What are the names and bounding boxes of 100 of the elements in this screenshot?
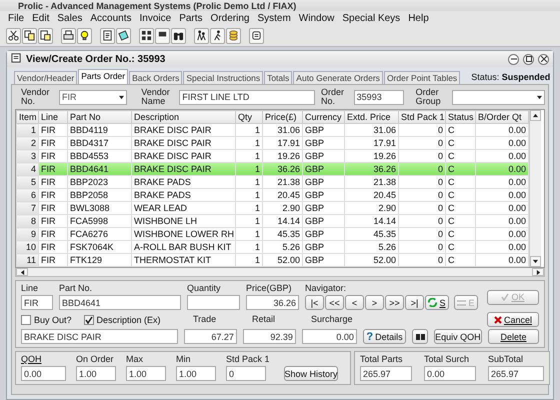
scissors-icon[interactable] — [6, 28, 21, 44]
vertical-scrollbar[interactable] — [529, 110, 541, 267]
table-cell: 52.00 — [262, 254, 302, 266]
navigator-button[interactable]: >> — [385, 295, 404, 310]
table-cell: FIR — [38, 254, 68, 266]
on-order-field[interactable]: 1.00 — [76, 366, 116, 381]
menu-item[interactable]: Parts — [175, 12, 207, 24]
dropdown-arrow-icon — [537, 94, 542, 100]
menu-item[interactable]: System — [253, 12, 295, 24]
equiv-qoh-button[interactable]: Equiv QOH — [434, 329, 482, 344]
column-header[interactable]: Line — [38, 110, 68, 124]
column-header[interactable]: Currency — [302, 110, 344, 124]
table-row[interactable]: 1 FIR BBD4119 BRAKE DISC PAIR 1 31.06 GBP 31.06 0 C 0.00 — [16, 124, 528, 136]
table-row[interactable]: 4 FIR BBD4641 BRAKE DISC PAIR 1 36.26 GBP 36.26 0 C 0.00 — [16, 162, 528, 176]
column-header[interactable]: Part No — [68, 110, 132, 124]
max-field[interactable]: 1.00 — [126, 366, 166, 381]
vendor-number-dropdown[interactable]: FIR — [59, 90, 128, 104]
table-row[interactable]: 2 FIR BBD4317 BRAKE DISC PAIR 1 17.91 GBP 17.91 0 C 0.00 — [16, 136, 528, 150]
menu-item[interactable]: Help — [404, 12, 433, 24]
delete-button[interactable]: Delete — [488, 329, 539, 344]
column-header[interactable]: Item — [16, 110, 38, 124]
menu-item[interactable]: Special Keys — [338, 12, 404, 24]
table-row[interactable]: 11 FIR FTK129 THERMOSTAT KIT 1 52.00 GBP 52.00 0 C 0.00 — [16, 254, 528, 266]
column-header[interactable]: Extd. Price — [344, 110, 398, 124]
part-number-field[interactable]: BBD4641 — [59, 295, 181, 310]
description-checkbox[interactable]: Description (Ex) — [84, 314, 161, 324]
people-icon[interactable] — [194, 28, 209, 44]
cancel-button[interactable]: Cancel — [487, 312, 539, 327]
table-row[interactable]: 5 FIR BBP2023 BRAKE PADS 1 21.38 GBP 21.38 0 C 0.00 — [16, 176, 528, 188]
total-parts-field[interactable]: 265.97 — [360, 366, 412, 381]
tab[interactable]: Totals — [264, 71, 292, 84]
menu-item[interactable]: Ordering — [206, 12, 254, 24]
quantity-field[interactable] — [187, 295, 240, 310]
navigator-button[interactable]: << — [325, 295, 344, 310]
tab[interactable]: Auto Generate Orders — [293, 71, 383, 84]
qoh-field[interactable]: 0.00 — [21, 366, 66, 381]
navigator-button[interactable]: < — [345, 295, 364, 310]
order-number-field[interactable]: 35993 — [354, 90, 404, 104]
menu-item[interactable]: Invoice — [136, 12, 176, 24]
grid-icon[interactable] — [139, 28, 154, 44]
menu-item[interactable]: Sales — [53, 12, 86, 24]
walking-person-icon[interactable] — [210, 28, 225, 44]
pages-icon[interactable] — [249, 28, 264, 44]
column-header[interactable]: Description — [132, 110, 236, 124]
table-row[interactable]: 10 FIR FSK7064K A-ROLL BAR BUSH KIT 1 5.26 GBP 5.26 0 C 0.00 — [16, 240, 528, 254]
table-row[interactable]: 3 FIR BBD4553 BRAKE DISC PAIR 1 19.26 GBP 19.26 0 C 0.00 — [16, 150, 528, 162]
column-header[interactable]: Std Pack 1 — [398, 110, 446, 124]
table-row[interactable]: 9 FIR FCA6276 WISHBONE LOWER RH 1 45.35 GBP 45.35 0 C 0.00 — [16, 228, 528, 240]
navigator-button[interactable]: > — [365, 295, 384, 310]
menu-item[interactable]: Accounts — [86, 12, 136, 24]
tab[interactable]: Back Orders — [129, 71, 182, 84]
navigator-button[interactable]: >| — [405, 295, 424, 310]
coin-stack-icon[interactable] — [226, 28, 241, 44]
light-bulb-icon[interactable] — [77, 28, 92, 44]
details-button[interactable]: ? Details — [362, 329, 406, 344]
minimize-button[interactable] — [508, 54, 519, 64]
paste-icon[interactable] — [38, 28, 53, 44]
horizontal-scrollbar[interactable] — [15, 268, 545, 277]
tab[interactable]: Order Point Tables — [384, 71, 460, 84]
minimize-icon — [510, 58, 516, 60]
table-row[interactable]: 8 FIR FCA5998 WISHBONE LH 1 14.14 GBP 14.14 0 C 0.00 — [16, 214, 528, 228]
navigator-button[interactable]: |< — [305, 295, 324, 310]
column-header[interactable]: B/Order Qt — [476, 110, 528, 124]
description-field[interactable]: BRAKE DISC PAIR — [21, 329, 178, 344]
table-row[interactable]: 7 FIR BWL3088 WEAR LEAD 1 2.90 GBP 2.90 0 C 0.00 — [16, 202, 528, 214]
document-icon[interactable] — [100, 28, 115, 44]
menu-item[interactable]: File — [4, 12, 28, 24]
std-pack-field[interactable]: 0 — [226, 366, 266, 381]
show-history-button[interactable]: Show History — [284, 366, 338, 381]
menu-item[interactable]: Window — [294, 12, 338, 24]
tab[interactable]: Special Instructions — [183, 71, 264, 84]
buy-out-checkbox[interactable]: Buy Out? — [21, 314, 72, 324]
printer-icon[interactable] — [61, 28, 76, 44]
subtotal-field[interactable]: 265.97 — [488, 366, 544, 381]
trade-field[interactable]: 67.27 — [184, 329, 237, 344]
tab[interactable]: Vendor/Header — [14, 71, 78, 84]
menu-item[interactable]: Edit — [28, 12, 54, 24]
retail-field[interactable]: 92.39 — [242, 329, 296, 344]
column-header[interactable]: Price(£) — [262, 110, 302, 124]
swap-icon — [457, 300, 466, 306]
close-button[interactable] — [538, 54, 549, 64]
notepad-icon[interactable] — [116, 28, 131, 44]
table-row[interactable]: 6 FIR BBP2058 BRAKE PADS 1 20.45 GBP 20.45 0 C 0.00 — [16, 188, 528, 202]
binoculars-icon[interactable] — [171, 28, 186, 44]
total-surcharge-field[interactable]: 0.00 — [424, 366, 476, 381]
column-header[interactable]: Qty — [236, 110, 262, 124]
copy-icon[interactable] — [22, 28, 37, 44]
line-field[interactable]: FIR — [21, 295, 53, 310]
table-cell: 5 — [16, 176, 38, 188]
maximize-button[interactable] — [523, 54, 534, 64]
table-cell: 8 — [16, 214, 38, 228]
tab[interactable]: Parts Order — [78, 69, 128, 84]
column-header[interactable]: Status — [446, 110, 476, 124]
min-field[interactable]: 1.00 — [176, 366, 216, 381]
vendor-name-field[interactable]: FIRST LINE LTD — [179, 90, 315, 104]
field-label: Order Group — [416, 88, 442, 106]
refresh-button[interactable]: S — [425, 295, 449, 310]
surcharge-field[interactable]: 0.00 — [302, 329, 357, 344]
binoculars-button[interactable] — [412, 329, 428, 344]
price-field[interactable]: 36.26 — [246, 295, 299, 310]
